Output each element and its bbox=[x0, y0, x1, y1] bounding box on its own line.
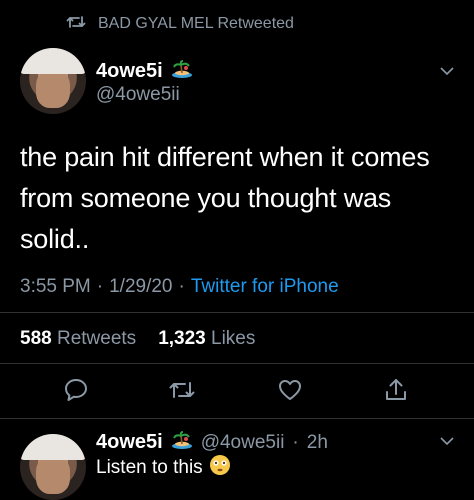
author-display-name: 4owe5i bbox=[96, 60, 163, 82]
heart-icon bbox=[277, 378, 303, 407]
reply-separator: · bbox=[292, 431, 299, 453]
island-emoji-icon bbox=[171, 60, 193, 83]
reply-icon bbox=[63, 377, 89, 408]
retweets-stat[interactable]: 588 Retweets bbox=[20, 328, 136, 350]
avatar[interactable] bbox=[20, 434, 86, 500]
retweets-count: 588 bbox=[20, 328, 52, 349]
tweet-text: the pain hit different when it comes fro… bbox=[20, 142, 430, 254]
retweet-icon bbox=[168, 378, 196, 407]
tweet-stats: 588 Retweets 1,323 Likes bbox=[20, 328, 255, 350]
divider bbox=[0, 418, 474, 419]
reply-handle: @4owe5ii bbox=[200, 431, 285, 453]
share-icon bbox=[384, 377, 408, 408]
likes-label: Likes bbox=[211, 328, 256, 349]
likes-count: 1,323 bbox=[158, 328, 206, 349]
divider bbox=[0, 312, 474, 313]
tweet-source-link[interactable]: Twitter for iPhone bbox=[191, 276, 339, 298]
meta-separator: · bbox=[96, 276, 104, 297]
chevron-down-icon[interactable] bbox=[438, 62, 456, 80]
tweet-time: 3:55 PM bbox=[20, 276, 91, 297]
like-button[interactable] bbox=[276, 378, 304, 406]
reply-text: Listen to this bbox=[96, 457, 203, 478]
chevron-down-icon[interactable] bbox=[438, 432, 456, 450]
tweet-meta: 3:55 PM · 1/29/20 · Twitter for iPhone bbox=[20, 276, 339, 298]
tweet-actions bbox=[0, 372, 474, 412]
retweet-button[interactable] bbox=[168, 378, 196, 406]
retweets-label: Retweets bbox=[56, 328, 137, 349]
avatar[interactable] bbox=[20, 48, 86, 114]
tweet-author[interactable]: 4owe5i bbox=[96, 60, 193, 83]
retweet-banner[interactable]: BAD GYAL MEL Retweeted bbox=[66, 14, 294, 34]
retweet-icon bbox=[66, 14, 86, 35]
flushed-face-icon bbox=[209, 454, 231, 482]
reply-button[interactable] bbox=[62, 378, 90, 406]
meta-separator: · bbox=[178, 276, 185, 297]
likes-stat[interactable]: 1,323 Likes bbox=[158, 328, 255, 350]
tweet-date: 1/29/20 bbox=[109, 276, 173, 297]
author-handle[interactable]: @4owe5ii bbox=[96, 84, 180, 106]
reply-age: 2h bbox=[306, 431, 328, 453]
reply-author[interactable]: 4owe5i @4owe5ii · 2h bbox=[96, 431, 328, 454]
retweet-banner-text: BAD GYAL MEL Retweeted bbox=[98, 15, 294, 32]
divider bbox=[0, 363, 474, 364]
reply-display-name: 4owe5i bbox=[96, 431, 163, 453]
reply-text-row: Listen to this bbox=[96, 454, 231, 482]
share-button[interactable] bbox=[382, 378, 410, 406]
island-emoji-icon bbox=[171, 431, 193, 454]
